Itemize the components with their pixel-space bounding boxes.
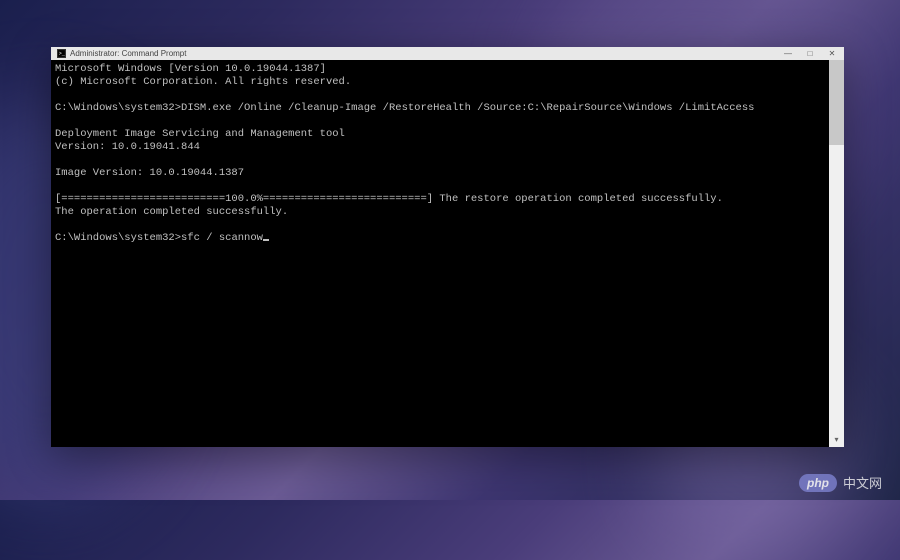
text-cursor [263, 239, 269, 241]
console-output[interactable]: Microsoft Windows [Version 10.0.19044.13… [51, 60, 829, 447]
copyright-line: (c) Microsoft Corporation. All rights re… [55, 76, 351, 88]
watermark: php 中文网 [799, 473, 882, 492]
operation-result: The operation completed successfully. [55, 206, 288, 218]
dism-command: DISM.exe /Online /Cleanup-Image /Restore… [181, 102, 754, 114]
prompt-path: C:\Windows\system32> [55, 232, 181, 244]
close-button[interactable]: ✕ [826, 49, 838, 58]
command-prompt-window: >_ Administrator: Command Prompt — □ ✕ M… [51, 47, 844, 447]
scrollbar-thumb[interactable] [829, 60, 844, 145]
console-area: Microsoft Windows [Version 10.0.19044.13… [51, 60, 844, 447]
image-version: Image Version: 10.0.19044.1387 [55, 167, 244, 179]
minimize-button[interactable]: — [782, 49, 794, 58]
window-title: Administrator: Command Prompt [70, 49, 782, 58]
maximize-button[interactable]: □ [804, 49, 816, 58]
tool-version: Version: 10.0.19041.844 [55, 141, 200, 153]
titlebar[interactable]: >_ Administrator: Command Prompt — □ ✕ [51, 47, 844, 60]
scroll-down-arrow[interactable]: ▾ [829, 433, 844, 447]
progress-bar-line: [==========================100.0%=======… [55, 193, 723, 205]
window-controls: — □ ✕ [782, 49, 838, 58]
watermark-text: 中文网 [843, 473, 882, 492]
sfc-command: sfc / scannow [181, 232, 263, 244]
prompt-path: C:\Windows\system32> [55, 102, 181, 114]
os-version-line: Microsoft Windows [Version 10.0.19044.13… [55, 63, 326, 75]
tool-name: Deployment Image Servicing and Managemen… [55, 128, 345, 140]
cmd-icon: >_ [57, 49, 66, 58]
php-logo: php [799, 474, 837, 492]
svg-text:>_: >_ [59, 51, 66, 57]
vertical-scrollbar[interactable]: ▾ [829, 60, 844, 447]
